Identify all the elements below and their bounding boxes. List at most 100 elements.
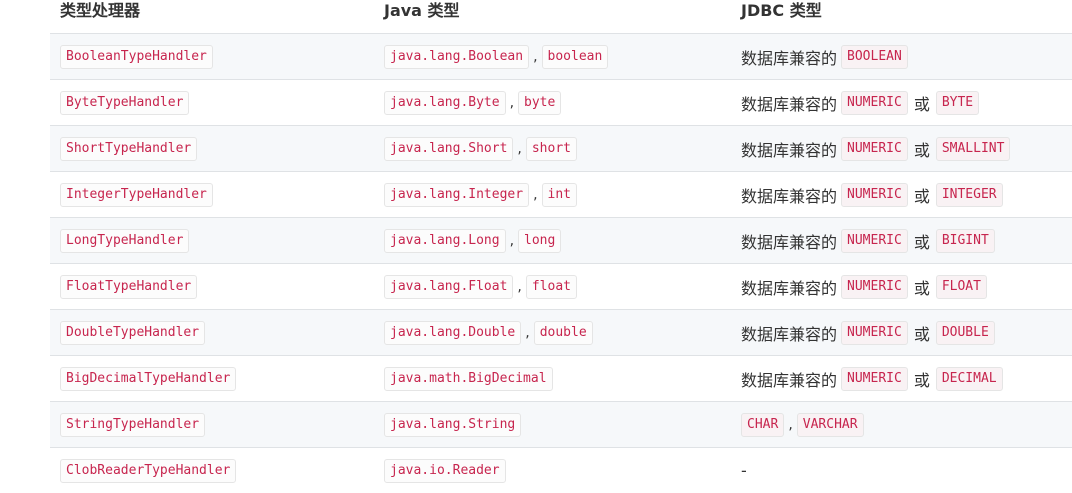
java-type-cell: java.lang.Byte, byte xyxy=(384,90,741,115)
java-type-code: java.math.BigDecimal xyxy=(384,366,553,391)
java-type-cell: java.math.BigDecimal xyxy=(384,366,741,391)
handler-cell: BooleanTypeHandler xyxy=(50,44,384,69)
java-type-code: java.io.Reader xyxy=(384,458,506,483)
jdbc-prefix-text: 数据库兼容的 xyxy=(741,232,838,252)
comma-separator: , xyxy=(517,278,522,295)
jdbc-type-code: BYTE xyxy=(935,90,980,115)
or-text: 或 xyxy=(913,186,930,206)
java-type-code: java.lang.Byte xyxy=(384,90,506,115)
jdbc-prefix-text: 数据库兼容的 xyxy=(741,370,838,390)
handler-code: ByteTypeHandler xyxy=(60,90,190,115)
java-type-code: java.lang.String xyxy=(384,412,522,437)
jdbc-type-cell: 数据库兼容的 NUMERIC 或 INTEGER xyxy=(741,182,1072,207)
table-row: IntegerTypeHandler java.lang.Integer, int 数… xyxy=(50,171,1072,217)
java-type-cell: java.lang.Integer, int xyxy=(384,182,741,207)
java-type-cell: java.lang.Short, short xyxy=(384,136,741,161)
jdbc-type-cell: 数据库兼容的 NUMERIC 或 DECIMAL xyxy=(741,366,1072,391)
java-type-cell: java.lang.Float, float xyxy=(384,274,741,299)
java-type-code: java.lang.Long xyxy=(384,228,506,253)
jdbc-type-code: DECIMAL xyxy=(935,366,1003,391)
comma-separator: , xyxy=(517,140,522,157)
java-type-cell: java.lang.Long, long xyxy=(384,228,741,253)
handler-cell: ClobReaderTypeHandler xyxy=(50,458,384,483)
java-type-cell: java.lang.String xyxy=(384,412,741,437)
jdbc-type-code: CHAR xyxy=(741,412,785,437)
handler-code: BigDecimalTypeHandler xyxy=(60,366,237,391)
handler-code: IntegerTypeHandler xyxy=(60,182,213,207)
or-text: 或 xyxy=(913,278,930,298)
comma-separator: , xyxy=(533,48,538,65)
handler-code: DoubleTypeHandler xyxy=(60,320,206,345)
table-body: BooleanTypeHandler java.lang.Boolean, bool… xyxy=(50,33,1072,493)
handler-code: ShortTypeHandler xyxy=(60,136,198,161)
or-text: 或 xyxy=(913,94,930,114)
jdbc-type-cell: - xyxy=(741,461,1072,480)
java-type-code: java.lang.Short xyxy=(384,136,514,161)
table-row: ShortTypeHandler java.lang.Short, short 数据库… xyxy=(50,125,1072,171)
table-row: BooleanTypeHandler java.lang.Boolean, bool… xyxy=(50,33,1072,79)
java-primitive-code: int xyxy=(541,182,577,207)
jdbc-type-cell: 数据库兼容的 BOOLEAN xyxy=(741,44,1072,69)
handler-code: ClobReaderTypeHandler xyxy=(60,458,237,483)
handler-cell: BigDecimalTypeHandler xyxy=(50,366,384,391)
comma-separator: , xyxy=(533,186,538,203)
java-primitive-code: double xyxy=(533,320,593,345)
jdbc-type-cell: 数据库兼容的 NUMERIC 或 FLOAT xyxy=(741,274,1072,299)
java-type-code: java.lang.Float xyxy=(384,274,514,299)
table-row: ByteTypeHandler java.lang.Byte, byte 数据库兼容的… xyxy=(50,79,1072,125)
jdbc-type-cell: CHAR, VARCHAR xyxy=(741,412,1072,437)
java-type-cell: java.lang.Double, double xyxy=(384,320,741,345)
type-handler-table: 类型处理器 Java 类型 JDBC 类型 BooleanTypeHandler… xyxy=(50,0,1072,493)
header-jdbc-type: JDBC 类型 xyxy=(741,1,822,20)
header-type-handler: 类型处理器 xyxy=(60,1,141,20)
jdbc-prefix-text: 数据库兼容的 xyxy=(741,324,838,344)
header-java-type: Java 类型 xyxy=(384,1,460,20)
handler-cell: LongTypeHandler xyxy=(50,228,384,253)
table-row: BigDecimalTypeHandler java.math.BigDecima… xyxy=(50,355,1072,401)
java-primitive-code: float xyxy=(525,274,577,299)
java-type-code: java.lang.Boolean xyxy=(384,44,530,69)
comma-separator: , xyxy=(788,416,793,433)
jdbc-prefix-text: 数据库兼容的 xyxy=(741,94,838,114)
handler-code: StringTypeHandler xyxy=(60,412,206,437)
handler-code: BooleanTypeHandler xyxy=(60,44,213,69)
jdbc-prefix-text: 数据库兼容的 xyxy=(741,48,838,68)
table-row: DoubleTypeHandler java.lang.Double, double… xyxy=(50,309,1072,355)
java-type-code: java.lang.Integer xyxy=(384,182,530,207)
handler-cell: StringTypeHandler xyxy=(50,412,384,437)
jdbc-type-code: INTEGER xyxy=(935,182,1003,207)
jdbc-prefix-text: 数据库兼容的 xyxy=(741,140,838,160)
java-primitive-code: long xyxy=(518,228,562,253)
jdbc-type-cell: 数据库兼容的 NUMERIC 或 DOUBLE xyxy=(741,320,1072,345)
jdbc-type-code: NUMERIC xyxy=(841,366,908,391)
comma-separator: , xyxy=(525,324,530,341)
jdbc-type-cell: 数据库兼容的 NUMERIC 或 BYTE xyxy=(741,90,1072,115)
jdbc-type-code: NUMERIC xyxy=(841,182,908,207)
comma-separator: , xyxy=(509,94,515,111)
dash-text: - xyxy=(741,461,747,480)
or-text: 或 xyxy=(913,140,930,160)
handler-code: LongTypeHandler xyxy=(60,228,190,253)
jdbc-type-code: NUMERIC xyxy=(841,136,908,161)
jdbc-type-code: NUMERIC xyxy=(841,274,908,299)
jdbc-type-code: DOUBLE xyxy=(935,320,995,345)
or-text: 或 xyxy=(913,232,930,252)
jdbc-prefix-text: 数据库兼容的 xyxy=(741,186,838,206)
java-primitive-code: byte xyxy=(518,90,562,115)
jdbc-type-code: FLOAT xyxy=(935,274,987,299)
java-type-code: java.lang.Double xyxy=(384,320,522,345)
jdbc-type-code: BIGINT xyxy=(935,228,995,253)
handler-cell: FloatTypeHandler xyxy=(50,274,384,299)
jdbc-prefix-text: 数据库兼容的 xyxy=(741,278,838,298)
table-row: StringTypeHandler java.lang.String CHAR, VA… xyxy=(50,401,1072,447)
jdbc-type-cell: 数据库兼容的 NUMERIC 或 SMALLINT xyxy=(741,136,1072,161)
handler-cell: DoubleTypeHandler xyxy=(50,320,384,345)
or-text: 或 xyxy=(913,324,930,344)
handler-cell: ByteTypeHandler xyxy=(50,90,384,115)
java-primitive-code: short xyxy=(525,136,577,161)
jdbc-type-code: BOOLEAN xyxy=(841,44,908,69)
java-type-cell: java.io.Reader xyxy=(384,458,741,483)
table-row: LongTypeHandler java.lang.Long, long 数据库兼容的… xyxy=(50,217,1072,263)
table-row: ClobReaderTypeHandler java.io.Reader - xyxy=(50,447,1072,493)
comma-separator: , xyxy=(509,232,515,249)
